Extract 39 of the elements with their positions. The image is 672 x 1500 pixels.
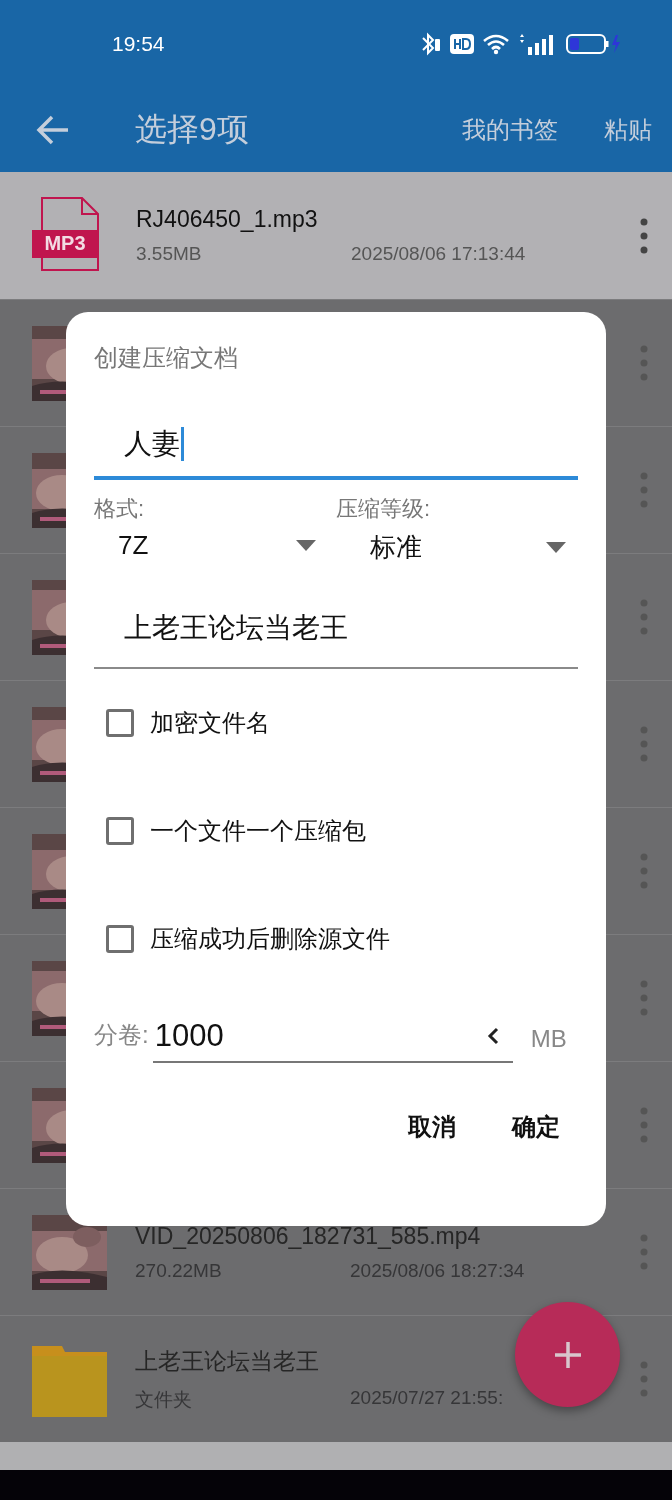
hd-icon xyxy=(450,34,474,54)
checkbox[interactable] xyxy=(106,925,134,953)
toolbar-title: 选择9项 xyxy=(135,110,250,149)
checkbox[interactable] xyxy=(106,817,134,845)
chevron-left-icon[interactable] xyxy=(486,1027,499,1045)
option-label: 一个文件一个压缩包 xyxy=(150,816,366,846)
dialog-button[interactable]: 确定 xyxy=(512,1111,560,1143)
format-dropdown[interactable]: 7Z xyxy=(94,524,336,561)
split-label: 分卷: xyxy=(94,1020,149,1050)
split-size-field[interactable]: 1000 xyxy=(152,1011,513,1063)
unit-label: MB xyxy=(530,1025,567,1054)
checkbox[interactable] xyxy=(106,709,134,737)
add-button[interactable] xyxy=(515,1302,620,1407)
bluetooth-icon xyxy=(420,32,442,56)
option-label: 加密文件名 xyxy=(150,708,270,738)
archive-name-field[interactable]: 人妻 xyxy=(94,412,578,480)
level-dropdown[interactable]: 标准 xyxy=(336,524,578,565)
toolbar-action[interactable]: 粘贴 xyxy=(604,114,652,146)
format-label: 格式: xyxy=(94,495,146,523)
plus-icon xyxy=(552,1339,583,1370)
back-arrow-icon[interactable] xyxy=(36,113,70,147)
file-name: VID_20250806_182731_585.mp4 xyxy=(135,1222,481,1250)
toolbar-action[interactable]: 我的书签 xyxy=(462,114,558,146)
file-size: 3.55MB xyxy=(136,243,203,265)
battery-icon xyxy=(566,32,622,56)
option-label: 压缩成功后删除源文件 xyxy=(150,924,390,954)
file-name: RJ406450_1.mp3 xyxy=(136,206,318,233)
more-options-icon[interactable] xyxy=(640,217,648,254)
file-date: 2025/08/06 17:13:44 xyxy=(351,243,526,265)
file-type-label: MP3 xyxy=(32,229,98,258)
status-time: 19:54 xyxy=(112,32,166,56)
wifi-icon xyxy=(482,33,510,55)
caret-icon xyxy=(546,542,566,553)
file-name: 上老王论坛当老王 xyxy=(135,1346,319,1376)
caret-icon xyxy=(296,540,316,551)
comment-field[interactable]: 上老王论坛当老王 xyxy=(94,589,578,669)
dialog-title: 创建压缩文档 xyxy=(94,343,239,373)
level-label: 压缩等级: xyxy=(336,495,432,523)
dialog-button[interactable]: 取消 xyxy=(408,1111,456,1143)
